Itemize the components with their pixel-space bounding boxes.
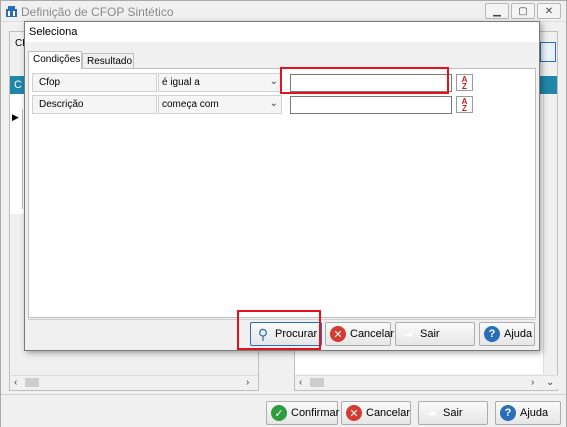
highlight-cfop-input — [280, 67, 449, 94]
conditions-panel: Cfop é igual a ⌄ AZ Descrição começa com… — [28, 68, 536, 318]
tab-resultado[interactable]: Resultado — [82, 53, 134, 69]
scroll-down-icon[interactable]: ⌄ — [546, 377, 554, 388]
dialog-exit-button[interactable]: ⇥ Sair — [395, 322, 475, 346]
dialog-title: Seleciona — [29, 26, 78, 38]
condition-operator-select[interactable]: começa com ⌄ — [158, 95, 282, 114]
dialog-help-button[interactable]: ? Ajuda — [479, 322, 535, 346]
descricao-value-input[interactable] — [290, 96, 452, 114]
main-button-bar: ✓ Confirmar ✕ Cancelar ⇥ Sair ? Ajuda — [1, 394, 566, 427]
background-left-hscroll[interactable]: ‹ › — [11, 375, 258, 389]
cancel-button[interactable]: ✕ Cancelar — [341, 401, 411, 425]
exit-door-icon: ⇥ — [403, 328, 413, 341]
exit-button[interactable]: ⇥ Sair — [418, 401, 488, 425]
scroll-left-icon[interactable]: ‹ — [14, 377, 17, 388]
close-icon: ✕ — [346, 405, 362, 421]
sort-az-icon[interactable]: AZ — [456, 74, 473, 91]
app-icon — [6, 6, 17, 17]
check-icon: ✓ — [271, 405, 287, 421]
close-icon: ✕ — [330, 326, 346, 342]
highlight-search-button — [237, 310, 321, 350]
condition-field-label: Cfop — [32, 73, 157, 92]
window-title: Definição de CFOP Sintético — [21, 5, 174, 19]
dialog-title-bar: Seleciona — [25, 22, 539, 42]
background-button-fragment[interactable] — [540, 42, 556, 62]
condition-field-label: Descrição — [32, 95, 157, 114]
exit-door-icon: ⇥ — [426, 407, 436, 420]
help-icon: ? — [484, 326, 500, 342]
select-dialog: Seleciona Condições Resultado Cfop é igu… — [24, 21, 540, 351]
background-right-hscroll[interactable]: ‹ › ⌄ — [296, 375, 558, 389]
condition-operator-select[interactable]: é igual a ⌄ — [158, 73, 282, 92]
scroll-right-icon[interactable]: › — [531, 377, 534, 388]
maximize-icon: ▢ — [518, 5, 528, 17]
close-icon: ✕ — [544, 5, 554, 17]
chevron-down-icon: ⌄ — [269, 76, 278, 87]
background-right-vscroll[interactable] — [543, 94, 557, 374]
scroll-left-icon[interactable]: ‹ — [299, 377, 302, 388]
condition-row-descricao: Descrição começa com ⌄ AZ — [32, 95, 473, 114]
scroll-right-icon[interactable]: › — [246, 377, 249, 388]
row-pointer-icon: ▶ — [12, 112, 19, 122]
minimize-button[interactable]: ▁ — [485, 3, 509, 19]
tab-condicoes[interactable]: Condições — [28, 51, 82, 69]
maximize-button[interactable]: ▢ — [511, 3, 535, 19]
sort-az-icon[interactable]: AZ — [456, 96, 473, 113]
minimize-icon: ▁ — [493, 5, 501, 17]
help-icon: ? — [500, 405, 516, 421]
main-title-bar: Definição de CFOP Sintético ▁ ▢ ✕ — [1, 1, 566, 22]
chevron-down-icon: ⌄ — [269, 98, 278, 109]
confirm-button[interactable]: ✓ Confirmar — [266, 401, 339, 425]
help-button[interactable]: ? Ajuda — [495, 401, 561, 425]
dialog-cancel-button[interactable]: ✕ Cancelar — [325, 322, 394, 346]
close-window-button[interactable]: ✕ — [537, 3, 561, 19]
